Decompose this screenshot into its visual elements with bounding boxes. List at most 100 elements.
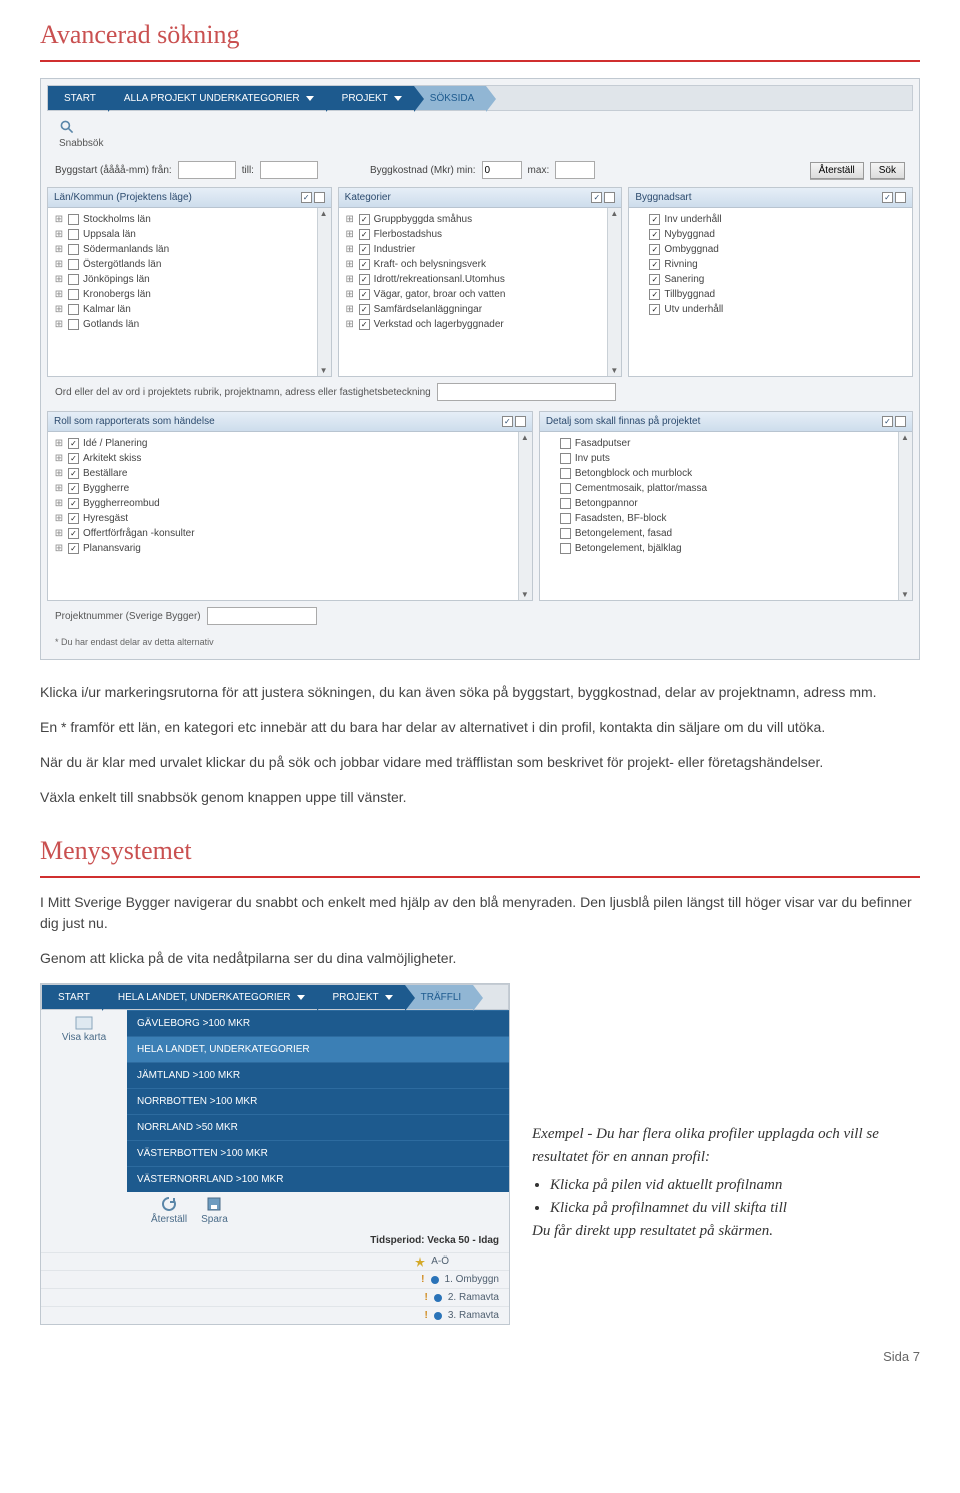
- save-button[interactable]: Spara: [201, 1196, 228, 1225]
- tree-item[interactable]: Utv underhåll: [635, 302, 906, 317]
- byggkost-min-input[interactable]: [482, 161, 522, 179]
- tree-item[interactable]: ⊞Vägar, gator, broar och vatten: [345, 287, 616, 302]
- dropdown-item[interactable]: VÄSTERBOTTEN >100 MKR: [127, 1140, 509, 1166]
- checkbox[interactable]: [560, 468, 571, 479]
- tree-item[interactable]: ⊞Stockholms län: [54, 212, 325, 227]
- nav-projekt[interactable]: PROJEKT: [317, 985, 405, 1009]
- tree-item[interactable]: Inv underhåll: [635, 212, 906, 227]
- tree-item[interactable]: ⊞Offertförfrågan -konsulter: [54, 526, 526, 541]
- checkbox[interactable]: [68, 214, 79, 225]
- reset-button[interactable]: Återställ: [810, 162, 864, 179]
- checkbox[interactable]: [359, 289, 370, 300]
- checkbox[interactable]: [68, 483, 79, 494]
- sort-ao-label[interactable]: A-Ö: [431, 1256, 449, 1267]
- scrollbar[interactable]: [518, 432, 532, 600]
- checkbox[interactable]: [68, 498, 79, 509]
- dropdown-item[interactable]: NORRLAND >50 MKR: [127, 1114, 509, 1140]
- tree-item[interactable]: Betongelement, bjälklag: [546, 541, 906, 556]
- clear-all-checkbox[interactable]: [314, 192, 325, 203]
- select-all-checkbox[interactable]: [882, 192, 893, 203]
- visa-karta-button[interactable]: Visa karta: [47, 1016, 121, 1043]
- tree-item[interactable]: ⊞Samfärdselanläggningar: [345, 302, 616, 317]
- checkbox[interactable]: [68, 319, 79, 330]
- expand-icon[interactable]: ⊞: [345, 229, 355, 240]
- checkbox[interactable]: [649, 244, 660, 255]
- chevron-down-icon[interactable]: [306, 96, 314, 101]
- select-all-checkbox[interactable]: [591, 192, 602, 203]
- scrollbar[interactable]: [317, 208, 331, 376]
- expand-icon[interactable]: ⊞: [345, 304, 355, 315]
- tree-item[interactable]: Tillbyggnad: [635, 287, 906, 302]
- tree-item[interactable]: Inv puts: [546, 451, 906, 466]
- checkbox[interactable]: [68, 543, 79, 554]
- reset-button[interactable]: Återställ: [151, 1196, 187, 1225]
- clear-all-checkbox[interactable]: [604, 192, 615, 203]
- tree-item[interactable]: ⊞Flerbostadshus: [345, 227, 616, 242]
- expand-icon[interactable]: ⊞: [54, 259, 64, 270]
- dropdown-item[interactable]: VÄSTERNORRLAND >100 MKR: [127, 1166, 509, 1192]
- checkbox[interactable]: [68, 528, 79, 539]
- checkbox[interactable]: [649, 304, 660, 315]
- checkbox[interactable]: [68, 453, 79, 464]
- expand-icon[interactable]: ⊞: [345, 244, 355, 255]
- tree-item[interactable]: Cementmosaik, plattor/massa: [546, 481, 906, 496]
- scrollbar[interactable]: [898, 432, 912, 600]
- tree-item[interactable]: ⊞Östergötlands län: [54, 257, 325, 272]
- checkbox[interactable]: [560, 528, 571, 539]
- dropdown-item[interactable]: NORRBOTTEN >100 MKR: [127, 1088, 509, 1114]
- tree-item[interactable]: ⊞Byggherreombud: [54, 496, 526, 511]
- expand-icon[interactable]: ⊞: [54, 543, 64, 554]
- tree-item[interactable]: ⊞Arkitekt skiss: [54, 451, 526, 466]
- tree-item[interactable]: Betongelement, fasad: [546, 526, 906, 541]
- expand-icon[interactable]: ⊞: [345, 214, 355, 225]
- checkbox[interactable]: [68, 244, 79, 255]
- expand-icon[interactable]: ⊞: [54, 438, 64, 449]
- checkbox[interactable]: [359, 214, 370, 225]
- chevron-down-icon[interactable]: [297, 995, 305, 1000]
- expand-icon[interactable]: ⊞: [54, 468, 64, 479]
- checkbox[interactable]: [68, 438, 79, 449]
- checkbox[interactable]: [560, 543, 571, 554]
- result-row[interactable]: !3. Ramavta: [41, 1306, 509, 1324]
- clear-all-checkbox[interactable]: [895, 416, 906, 427]
- nav-projekt[interactable]: PROJEKT: [326, 86, 414, 110]
- expand-icon[interactable]: ⊞: [54, 214, 64, 225]
- expand-icon[interactable]: ⊞: [54, 498, 64, 509]
- nav-start[interactable]: START: [48, 86, 108, 110]
- result-row[interactable]: !1. Ombyggn: [41, 1270, 509, 1288]
- tree-item[interactable]: ⊞Uppsala län: [54, 227, 325, 242]
- dropdown-item[interactable]: HELA LANDET, UNDERKATEGORIER: [127, 1036, 509, 1062]
- quick-search-button[interactable]: Snabbsök: [47, 111, 913, 157]
- checkbox[interactable]: [359, 229, 370, 240]
- checkbox[interactable]: [649, 289, 660, 300]
- checkbox[interactable]: [359, 304, 370, 315]
- expand-icon[interactable]: ⊞: [54, 319, 64, 330]
- checkbox[interactable]: [359, 244, 370, 255]
- select-all-checkbox[interactable]: [882, 416, 893, 427]
- checkbox[interactable]: [560, 438, 571, 449]
- select-all-checkbox[interactable]: [301, 192, 312, 203]
- expand-icon[interactable]: ⊞: [54, 274, 64, 285]
- expand-icon[interactable]: ⊞: [54, 289, 64, 300]
- expand-icon[interactable]: ⊞: [54, 528, 64, 539]
- nav-start[interactable]: START: [42, 985, 102, 1009]
- tree-item[interactable]: ⊞Kalmar län: [54, 302, 325, 317]
- checkbox[interactable]: [68, 229, 79, 240]
- tree-item[interactable]: Fasadsten, BF-block: [546, 511, 906, 526]
- byggstart-till-input[interactable]: [260, 161, 318, 179]
- expand-icon[interactable]: ⊞: [345, 319, 355, 330]
- chevron-down-icon[interactable]: [394, 96, 402, 101]
- projnr-input[interactable]: [207, 607, 317, 625]
- byggkost-max-input[interactable]: [555, 161, 595, 179]
- clear-all-checkbox[interactable]: [895, 192, 906, 203]
- checkbox[interactable]: [560, 453, 571, 464]
- tree-item[interactable]: ⊞Verkstad och lagerbyggnader: [345, 317, 616, 332]
- tree-item[interactable]: ⊞Planansvarig: [54, 541, 526, 556]
- byggstart-from-input[interactable]: [178, 161, 236, 179]
- checkbox[interactable]: [649, 274, 660, 285]
- tree-item[interactable]: ⊞Södermanlands län: [54, 242, 325, 257]
- tree-item[interactable]: Nybyggnad: [635, 227, 906, 242]
- scrollbar[interactable]: [607, 208, 621, 376]
- checkbox[interactable]: [560, 483, 571, 494]
- checkbox[interactable]: [359, 259, 370, 270]
